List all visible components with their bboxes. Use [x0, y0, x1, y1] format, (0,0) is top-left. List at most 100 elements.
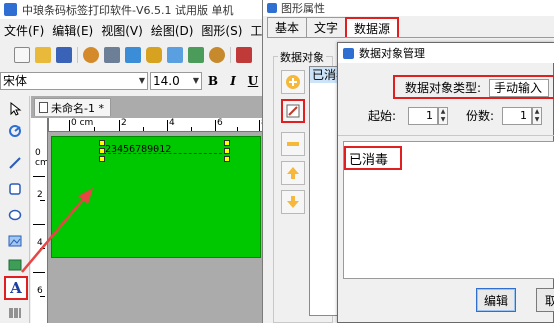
menu-view[interactable]: 视图(V) — [97, 22, 147, 39]
italic-button[interactable]: I — [224, 74, 242, 88]
menubar: 文件(F) 编辑(E) 视图(V) 绘图(D) 图形(S) 工具 — [0, 21, 268, 40]
dialog-divider — [338, 135, 554, 136]
toolbar-separator — [77, 47, 78, 63]
ruler-label: 0 cm — [35, 148, 48, 168]
down-arrow-icon — [287, 196, 299, 208]
ruler-label: 2 — [37, 190, 43, 200]
app-titlebar: 中琅条码标签打印软件-V6.5.1 试用版 单机 — [0, 0, 268, 19]
text-tool-button[interactable]: A — [4, 276, 28, 300]
data-object-type-select[interactable]: 手动输入 — [489, 79, 549, 97]
picture-tool-icon[interactable] — [6, 256, 24, 274]
menu-file[interactable]: 文件(F) — [0, 22, 48, 39]
cancel-button[interactable]: 取 — [536, 288, 554, 312]
properties-tabs: 基本 文字 数据源 — [267, 17, 400, 37]
app-logo-icon — [4, 3, 17, 16]
start-spinner[interactable]: ▲ ▼ — [438, 107, 448, 125]
data-object-type-label: 数据对象类型: — [405, 80, 482, 95]
menu-draw[interactable]: 绘图(D) — [147, 22, 198, 39]
start-input[interactable]: 1 — [408, 107, 438, 125]
horizontal-ruler: 0 cm 2 4 6 8 — [49, 118, 268, 132]
up-arrow-icon — [287, 167, 299, 179]
label-canvas[interactable]: 23456789012 — [51, 136, 261, 258]
app-title: 中琅条码标签打印软件-V6.5.1 试用版 单机 — [22, 3, 234, 17]
database-icon[interactable] — [146, 47, 162, 63]
resize-handle[interactable] — [224, 148, 230, 154]
image-icon[interactable] — [188, 47, 204, 63]
edit-data-object-button[interactable] — [281, 99, 305, 123]
resize-handle[interactable] — [99, 148, 105, 154]
document-icon — [39, 102, 48, 113]
properties-titlebar: 图形属性 — [263, 0, 554, 16]
save-icon[interactable] — [56, 47, 72, 63]
ellipse-tool-icon[interactable] — [6, 206, 24, 224]
main-toolbar — [0, 43, 268, 67]
barcode-text-object[interactable]: 23456789012 — [105, 144, 171, 155]
ruler-label: 0 cm — [71, 118, 94, 128]
underline-button[interactable]: U — [244, 74, 262, 88]
print-preview-icon[interactable] — [125, 47, 141, 63]
dropdown-arrow-icon: ▼ — [138, 76, 145, 85]
count-label: 份数: — [466, 109, 495, 123]
font-toolbar: 宋体 ▼ 14.0 ▼ B I U — [0, 70, 268, 92]
font-family-select[interactable]: 宋体 ▼ — [0, 72, 148, 90]
print-icon[interactable] — [104, 47, 120, 63]
start-count-row: 起始: 1 ▲ ▼ 份数: 1 ▲ ▼ — [338, 107, 554, 125]
dialog-icon — [343, 47, 354, 59]
data-object-group-label: 数据对象 — [278, 49, 326, 65]
resize-handle[interactable] — [224, 140, 230, 146]
vertical-ruler: 0 cm 2 4 6 — [31, 118, 48, 323]
dialog-title: 数据对象管理 — [359, 47, 425, 60]
add-data-object-button[interactable] — [281, 70, 305, 94]
tab-text[interactable]: 文字 — [306, 17, 347, 37]
document-tab-label: 未命名-1 * — [51, 101, 104, 115]
ruler-label: 2 — [121, 118, 127, 128]
data-content-value: 已消毒 — [344, 146, 402, 170]
barcode-tool-icon[interactable] — [6, 304, 24, 322]
export-icon[interactable] — [167, 47, 183, 63]
data-object-type-row: 数据对象类型: 手动输入 — [393, 75, 554, 99]
line-tool-icon[interactable] — [6, 154, 24, 172]
select-pointer-icon[interactable] — [6, 100, 24, 118]
main-app-window: 中琅条码标签打印软件-V6.5.1 试用版 单机 文件(F) 编辑(E) 视图(… — [0, 0, 268, 323]
resize-handle[interactable] — [99, 156, 105, 162]
open-folder-icon[interactable] — [35, 47, 51, 63]
new-file-icon[interactable] — [14, 47, 30, 63]
rotate-icon[interactable] — [6, 122, 24, 140]
edit-icon — [286, 104, 300, 118]
image-tool-icon[interactable] — [6, 232, 24, 250]
ruler-label: 4 — [37, 238, 43, 248]
tab-data-source[interactable]: 数据源 — [345, 17, 400, 37]
settings-gear-icon[interactable] — [83, 47, 99, 63]
menu-shape[interactable]: 图形(S) — [197, 22, 246, 39]
count-input[interactable]: 1 — [502, 107, 532, 125]
font-size-value: 14.0 — [153, 74, 180, 88]
toolbar-separator — [230, 47, 231, 63]
menu-edit[interactable]: 编辑(E) — [48, 22, 97, 39]
resize-handle[interactable] — [99, 140, 105, 146]
rectangle-tool-icon[interactable] — [6, 180, 24, 198]
ruler-label: 4 — [169, 118, 175, 128]
count-spinner[interactable]: ▲ ▼ — [532, 107, 542, 125]
move-down-button[interactable] — [281, 190, 305, 214]
data-object-manager-dialog: 数据对象管理 数据对象类型: 手动输入 起始: 1 ▲ ▼ 份数: 1 ▲ ▼ 已消… — [337, 42, 554, 323]
remove-data-object-button[interactable] — [281, 132, 305, 156]
cut-scissors-icon[interactable] — [236, 47, 252, 63]
edit-button[interactable]: 编辑 — [476, 288, 516, 312]
gear-icon[interactable] — [209, 47, 225, 63]
resize-handle[interactable] — [224, 156, 230, 162]
bold-button[interactable]: B — [204, 74, 222, 88]
start-label: 起始: — [368, 109, 397, 123]
properties-window-icon — [267, 3, 277, 13]
dropdown-arrow-icon: ▼ — [192, 76, 199, 85]
font-family-value: 宋体 — [3, 74, 28, 88]
ruler-label: 6 — [217, 118, 223, 128]
document-area: 未命名-1 * 0 cm 2 4 6 8 0 cm 2 4 6 — [31, 96, 268, 323]
tab-basic[interactable]: 基本 — [267, 17, 308, 37]
ruler-label: 6 — [37, 286, 43, 296]
move-up-button[interactable] — [281, 161, 305, 185]
properties-title: 图形属性 — [281, 2, 325, 15]
remove-icon — [287, 142, 299, 146]
dialog-titlebar: 数据对象管理 — [338, 43, 554, 63]
document-tab[interactable]: 未命名-1 * — [34, 98, 111, 116]
font-size-select[interactable]: 14.0 ▼ — [150, 72, 202, 90]
